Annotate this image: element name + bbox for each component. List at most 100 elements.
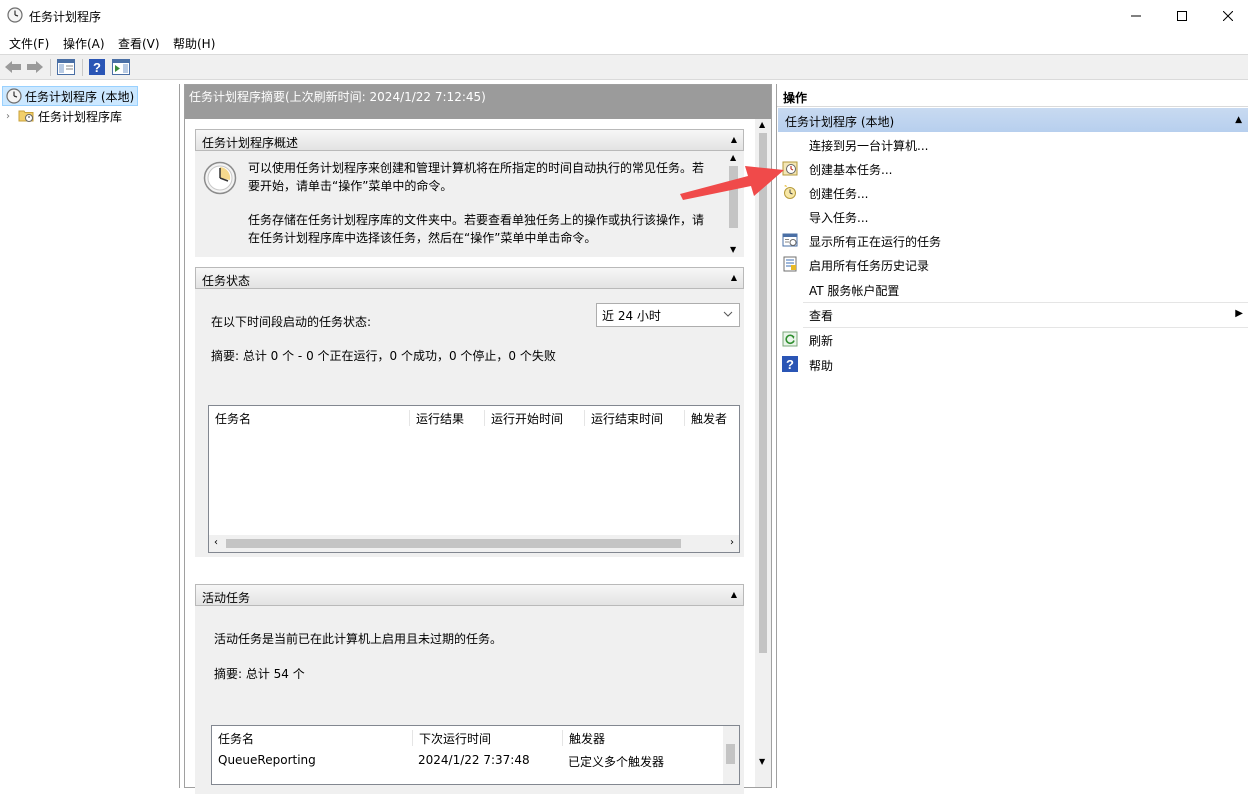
column-header[interactable]: 下次运行时间 [412,730,562,746]
maximize-button[interactable] [1159,0,1205,31]
active-tasks-section: 活动任务 ▲ 活动任务是当前已在此计算机上启用且未过期的任务。 摘要: 总计 5… [195,584,744,794]
window-title: 任务计划程序 [29,10,102,24]
menu-action[interactable]: 操作(A) [63,35,105,52]
action-connect-computer[interactable]: 连接到另一台计算机... [777,132,1248,156]
scroll-right-icon[interactable]: › [730,537,734,548]
column-header[interactable]: 运行结束时间 [584,410,684,426]
show-hide-action-pane-button[interactable] [110,57,132,77]
status-summary: 摘要: 总计 0 个 - 0 个正在运行，0 个成功，0 个停止，0 个失败 [211,349,556,363]
collapse-up-icon[interactable]: ▲ [1235,115,1242,125]
toolbar-separator [82,59,83,76]
action-enable-history[interactable]: 启用所有任务历史记录 [777,252,1248,276]
close-button[interactable] [1205,0,1248,31]
action-refresh[interactable]: 刷新 [777,327,1248,351]
table-horizontal-scrollbar[interactable]: ‹ › [209,535,739,552]
title-bar: 任务计划程序 [0,0,1248,31]
action-label: 刷新 [809,334,834,348]
column-header[interactable]: 运行开始时间 [484,410,584,426]
running-tasks-icon [782,232,798,248]
svg-text:?: ? [786,357,794,372]
console-tree: 任务计划程序 (本地) › 任务计划程序库 [0,84,180,788]
action-help[interactable]: ? 帮助 [777,352,1248,376]
menu-view[interactable]: 查看(V) [118,35,160,52]
column-header[interactable]: 运行结果 [409,410,484,426]
toolbar-help-button[interactable]: ? [87,57,107,77]
collapse-up-icon[interactable]: ▲ [731,273,737,282]
table-header: 任务名 下次运行时间 触发器 [212,726,739,748]
forward-button[interactable] [25,57,45,77]
period-select[interactable]: 近 24 小时 [596,303,740,327]
task-status-table[interactable]: 任务名 运行结果 运行开始时间 运行结束时间 触发者 ‹ › [208,405,740,553]
active-tasks-section-header[interactable]: 活动任务 ▲ [195,584,744,606]
refresh-icon [782,331,798,347]
scrollbar-thumb[interactable] [226,539,681,548]
overview-line: 在任务计划程序库中选择该任务，然后在“操作”菜单中单击命令。 [248,231,597,245]
actions-title: 操作 [777,84,1248,107]
tree-item-task-scheduler-local[interactable]: 任务计划程序 (本地) [2,86,139,107]
column-header[interactable]: 触发者 [684,410,739,426]
minimize-icon [1131,15,1141,16]
svg-text:?: ? [93,60,101,75]
active-tasks-description: 活动任务是当前已在此计算机上启用且未过期的任务。 [214,632,503,646]
action-label: 连接到另一台计算机... [809,139,929,153]
column-header[interactable]: 触发器 [562,730,712,746]
overview-line: 要开始，请单击“操作”菜单中的命令。 [248,179,453,193]
minimize-button[interactable] [1113,0,1159,31]
scrollbar-thumb[interactable] [759,133,767,653]
column-header[interactable]: 任务名 [209,410,409,426]
folder-clock-icon [18,107,38,126]
table-vertical-scrollbar[interactable] [723,726,739,784]
table-row[interactable]: QueueReporting 2024/1/22 7:37:48 已定义多个触发… [212,751,722,769]
toolbar-separator [50,59,51,76]
table-cell: QueueReporting [218,753,316,767]
period-label: 在以下时间段启动的任务状态: [211,315,372,329]
tree-item-task-library[interactable]: › 任务计划程序库 [6,107,122,125]
show-hide-console-tree-icon [57,59,75,75]
close-icon [1223,10,1233,21]
summary-header: 任务计划程序摘要(上次刷新时间: 2024/1/22 7:12:45) [185,85,771,119]
toolbar: ? [0,54,1248,80]
clock-icon [6,88,22,107]
collapse-up-icon[interactable]: ▲ [731,135,737,144]
menu-file[interactable]: 文件(F) [9,35,49,52]
expand-chevron-icon[interactable]: › [6,111,18,122]
task-status-section: 任务状态 ▲ 在以下时间段启动的任务状态: 近 24 小时 摘要: 总计 0 个… [195,267,744,557]
summary-body: 任务计划程序概述 ▲ 可以使用任务计划程序来创建和管理计算机将在所指定的时间自动… [185,119,771,794]
collapse-up-icon[interactable]: ▲ [731,590,737,599]
scroll-left-icon[interactable]: ‹ [214,537,218,548]
clock-icon [203,161,237,198]
submenu-arrow-icon: ▶ [1235,308,1243,319]
section-title: 任务计划程序概述 [202,136,299,150]
scroll-down-icon[interactable]: ▼ [730,245,736,254]
show-hide-console-tree-button[interactable] [55,57,77,77]
actions-group-header[interactable]: 任务计划程序 (本地) ▲ [778,108,1248,132]
forward-icon [27,61,43,73]
action-label: 查看 [809,309,834,323]
action-view[interactable]: 查看 ▶ [777,302,1248,326]
scroll-up-icon[interactable]: ▲ [759,120,765,129]
back-button[interactable] [3,57,23,77]
task-status-section-header[interactable]: 任务状态 ▲ [195,267,744,289]
menu-help[interactable]: 帮助(H) [173,35,215,52]
period-select-value: 近 24 小时 [602,309,661,323]
summary-vertical-scrollbar[interactable]: ▲ ▼ [755,119,771,787]
action-create-basic-task[interactable]: 创建基本任务... [777,156,1248,180]
action-label: 启用所有任务历史记录 [809,259,930,273]
help-icon: ? [89,59,105,75]
table-header: 任务名 运行结果 运行开始时间 运行结束时间 触发者 [209,406,739,428]
column-header[interactable]: 任务名 [212,730,412,746]
scroll-down-icon[interactable]: ▼ [759,757,765,766]
scrollbar-thumb[interactable] [726,744,735,764]
actions-group-label: 任务计划程序 (本地) [785,115,895,129]
action-at-service-account[interactable]: AT 服务帐户配置 [777,277,1248,301]
action-label: 创建基本任务... [809,163,893,177]
table-cell: 2024/1/22 7:37:48 [418,753,530,767]
overview-section-header[interactable]: 任务计划程序概述 ▲ [195,129,744,151]
maximize-icon [1177,10,1187,21]
action-import-task[interactable]: 导入任务... [777,204,1248,228]
action-show-running-tasks[interactable]: 显示所有正在运行的任务 [777,228,1248,252]
action-create-task[interactable]: 创建任务... [777,180,1248,204]
tree-item-label: 任务计划程序库 [38,109,123,124]
active-tasks-summary: 摘要: 总计 54 个 [214,667,305,681]
active-tasks-table[interactable]: 任务名 下次运行时间 触发器 QueueReporting 2024/1/22 … [211,725,740,785]
